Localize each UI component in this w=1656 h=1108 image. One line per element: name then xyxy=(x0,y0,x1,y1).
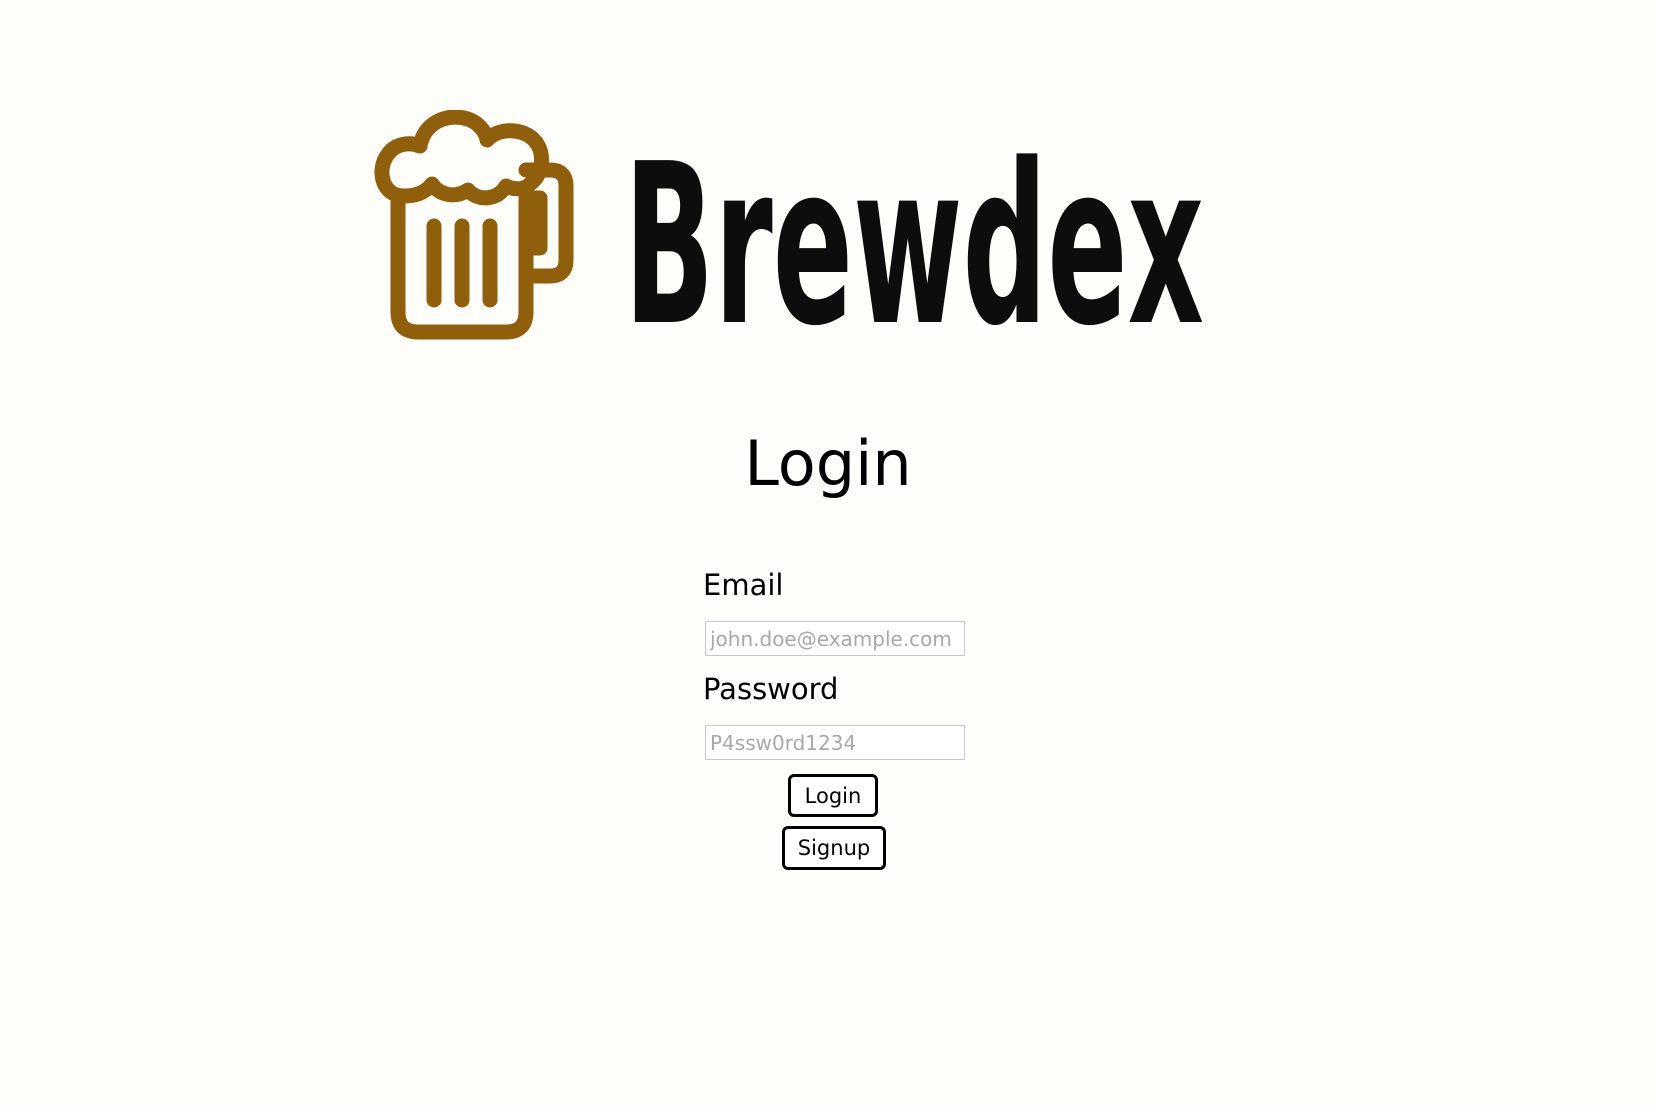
password-input[interactable] xyxy=(705,725,965,760)
login-button[interactable]: Login xyxy=(788,774,878,817)
beer-mug-icon xyxy=(374,110,574,340)
email-input[interactable] xyxy=(705,621,965,656)
brand-wordmark: Brewdex xyxy=(624,132,1204,342)
page-title: Login xyxy=(744,427,912,500)
signup-button[interactable]: Signup xyxy=(782,826,886,870)
email-label: Email xyxy=(703,568,784,602)
brand-name-text: Brewdex xyxy=(624,132,1204,342)
login-page: Brewdex Login Email Password Login Signu… xyxy=(0,0,1656,1108)
brand-logo: Brewdex xyxy=(374,110,1204,350)
password-label: Password xyxy=(703,672,839,706)
